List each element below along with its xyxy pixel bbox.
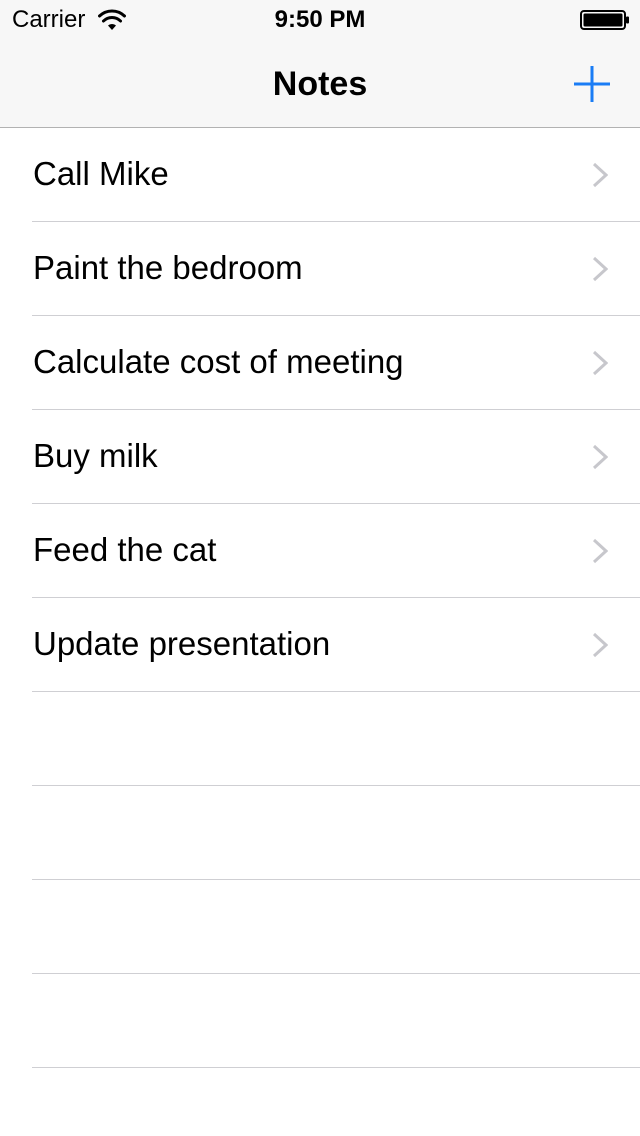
empty-row <box>0 692 640 786</box>
add-note-button[interactable] <box>566 58 618 110</box>
chevron-right-icon <box>592 256 608 282</box>
empty-row <box>0 1068 640 1136</box>
note-row[interactable]: Paint the bedroom <box>0 222 640 316</box>
note-title: Paint the bedroom <box>33 249 303 286</box>
chevron-right-icon <box>592 350 608 376</box>
top-bar: Carrier 9:50 PM Notes <box>0 0 640 128</box>
note-row[interactable]: Update presentation <box>0 598 640 692</box>
chevron-right-icon <box>592 444 608 470</box>
battery-full-icon <box>580 10 629 30</box>
note-title: Feed the cat <box>33 531 217 568</box>
page-title: Notes <box>272 65 368 103</box>
note-title: Update presentation <box>33 625 331 662</box>
empty-row <box>0 974 640 1068</box>
chevron-right-icon <box>592 162 608 188</box>
notes-list: Call Mike Paint the bedroom Calculate co… <box>0 128 640 1136</box>
note-row[interactable]: Calculate cost of meeting <box>0 316 640 410</box>
note-title: Calculate cost of meeting <box>33 343 404 380</box>
chevron-right-icon <box>592 538 608 564</box>
note-row[interactable]: Call Mike <box>0 128 640 222</box>
note-title: Buy milk <box>33 437 158 474</box>
notes-screen: Carrier 9:50 PM Notes Call Mike Paint th… <box>0 0 640 1136</box>
note-row[interactable]: Buy milk <box>0 410 640 504</box>
empty-row <box>0 786 640 880</box>
plus-icon <box>574 66 610 102</box>
empty-row <box>0 880 640 974</box>
status-bar: Carrier 9:50 PM <box>0 0 640 40</box>
note-row[interactable]: Feed the cat <box>0 504 640 598</box>
chevron-right-icon <box>592 632 608 658</box>
note-title: Call Mike <box>33 155 169 192</box>
status-time: 9:50 PM <box>274 6 366 33</box>
